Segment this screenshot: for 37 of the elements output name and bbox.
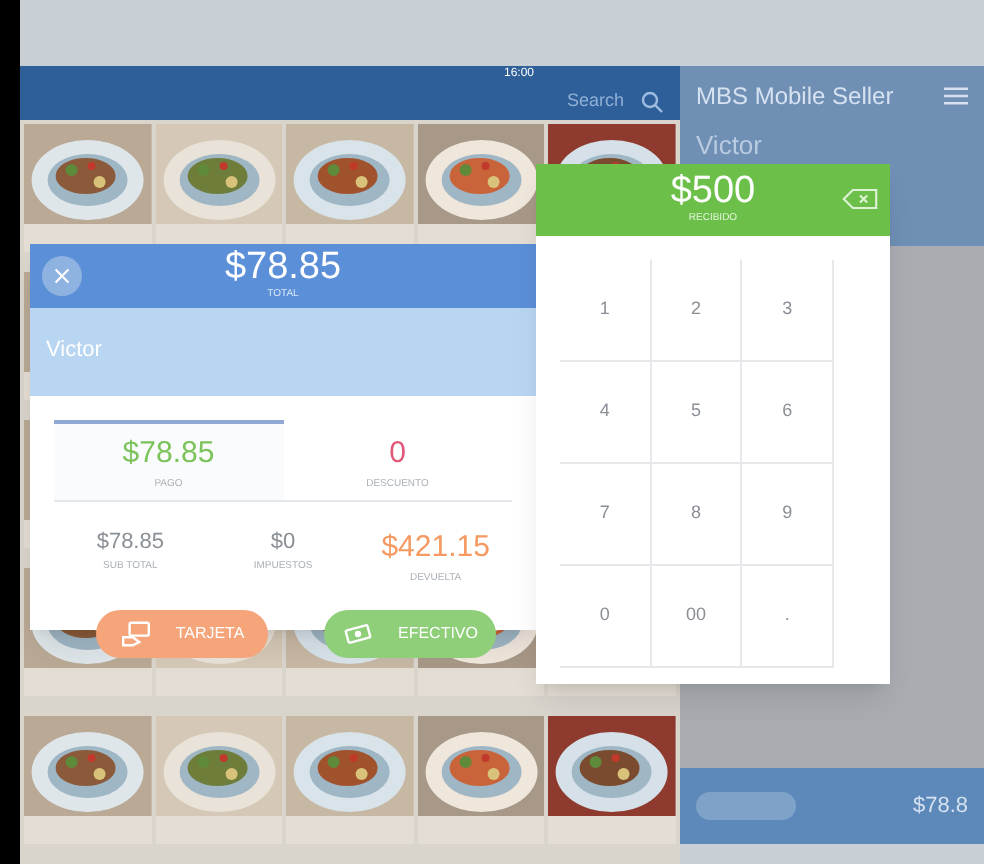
total-value: $0 xyxy=(270,528,296,558)
keypad-key[interactable]: 9 xyxy=(742,464,834,566)
keypad-key[interactable]: 00 xyxy=(651,566,743,668)
product-label-strip xyxy=(155,668,283,696)
customer-name: Victor xyxy=(46,338,102,362)
payment-method-button[interactable]: EFECTIVO xyxy=(324,610,496,658)
hand-card-icon xyxy=(119,618,152,650)
product-label-strip xyxy=(286,668,414,696)
keypad-key[interactable]: 8 xyxy=(651,464,743,566)
footer-pill[interactable] xyxy=(696,792,796,820)
banknotes-icon xyxy=(341,618,374,650)
close-button[interactable] xyxy=(42,256,82,296)
keypad-key[interactable]: 7 xyxy=(560,464,652,566)
backspace-icon[interactable] xyxy=(842,188,878,210)
product-label-strip xyxy=(155,816,283,844)
app-title: MBS Mobile Seller xyxy=(696,80,894,114)
product-label-strip xyxy=(417,816,545,844)
keypad-key[interactable]: 3 xyxy=(742,260,834,362)
received-amount: $500 xyxy=(670,172,756,213)
search-icon[interactable] xyxy=(640,89,664,113)
search-field[interactable]: Search xyxy=(566,87,624,115)
keypad-key[interactable]: 0 xyxy=(560,566,652,668)
menu-icon[interactable] xyxy=(944,84,968,108)
customer-name: Victor xyxy=(694,128,764,164)
keypad-key[interactable]: 2 xyxy=(651,260,743,362)
footer-total: $78.8 xyxy=(912,791,968,822)
product-label-strip xyxy=(286,816,414,844)
product-label-strip xyxy=(417,668,545,696)
keypad-key[interactable]: 4 xyxy=(560,362,652,464)
keypad-key[interactable]: 1 xyxy=(560,260,652,362)
keypad-key[interactable]: 5 xyxy=(651,362,743,464)
total-value: $78.85 xyxy=(96,528,164,558)
keypad-key[interactable]: . xyxy=(742,566,834,668)
total-value: $421.15 xyxy=(381,528,490,568)
keypad-key[interactable]: 6 xyxy=(742,362,834,464)
close-icon xyxy=(54,268,70,284)
total-amount: $78.85 xyxy=(224,248,342,289)
